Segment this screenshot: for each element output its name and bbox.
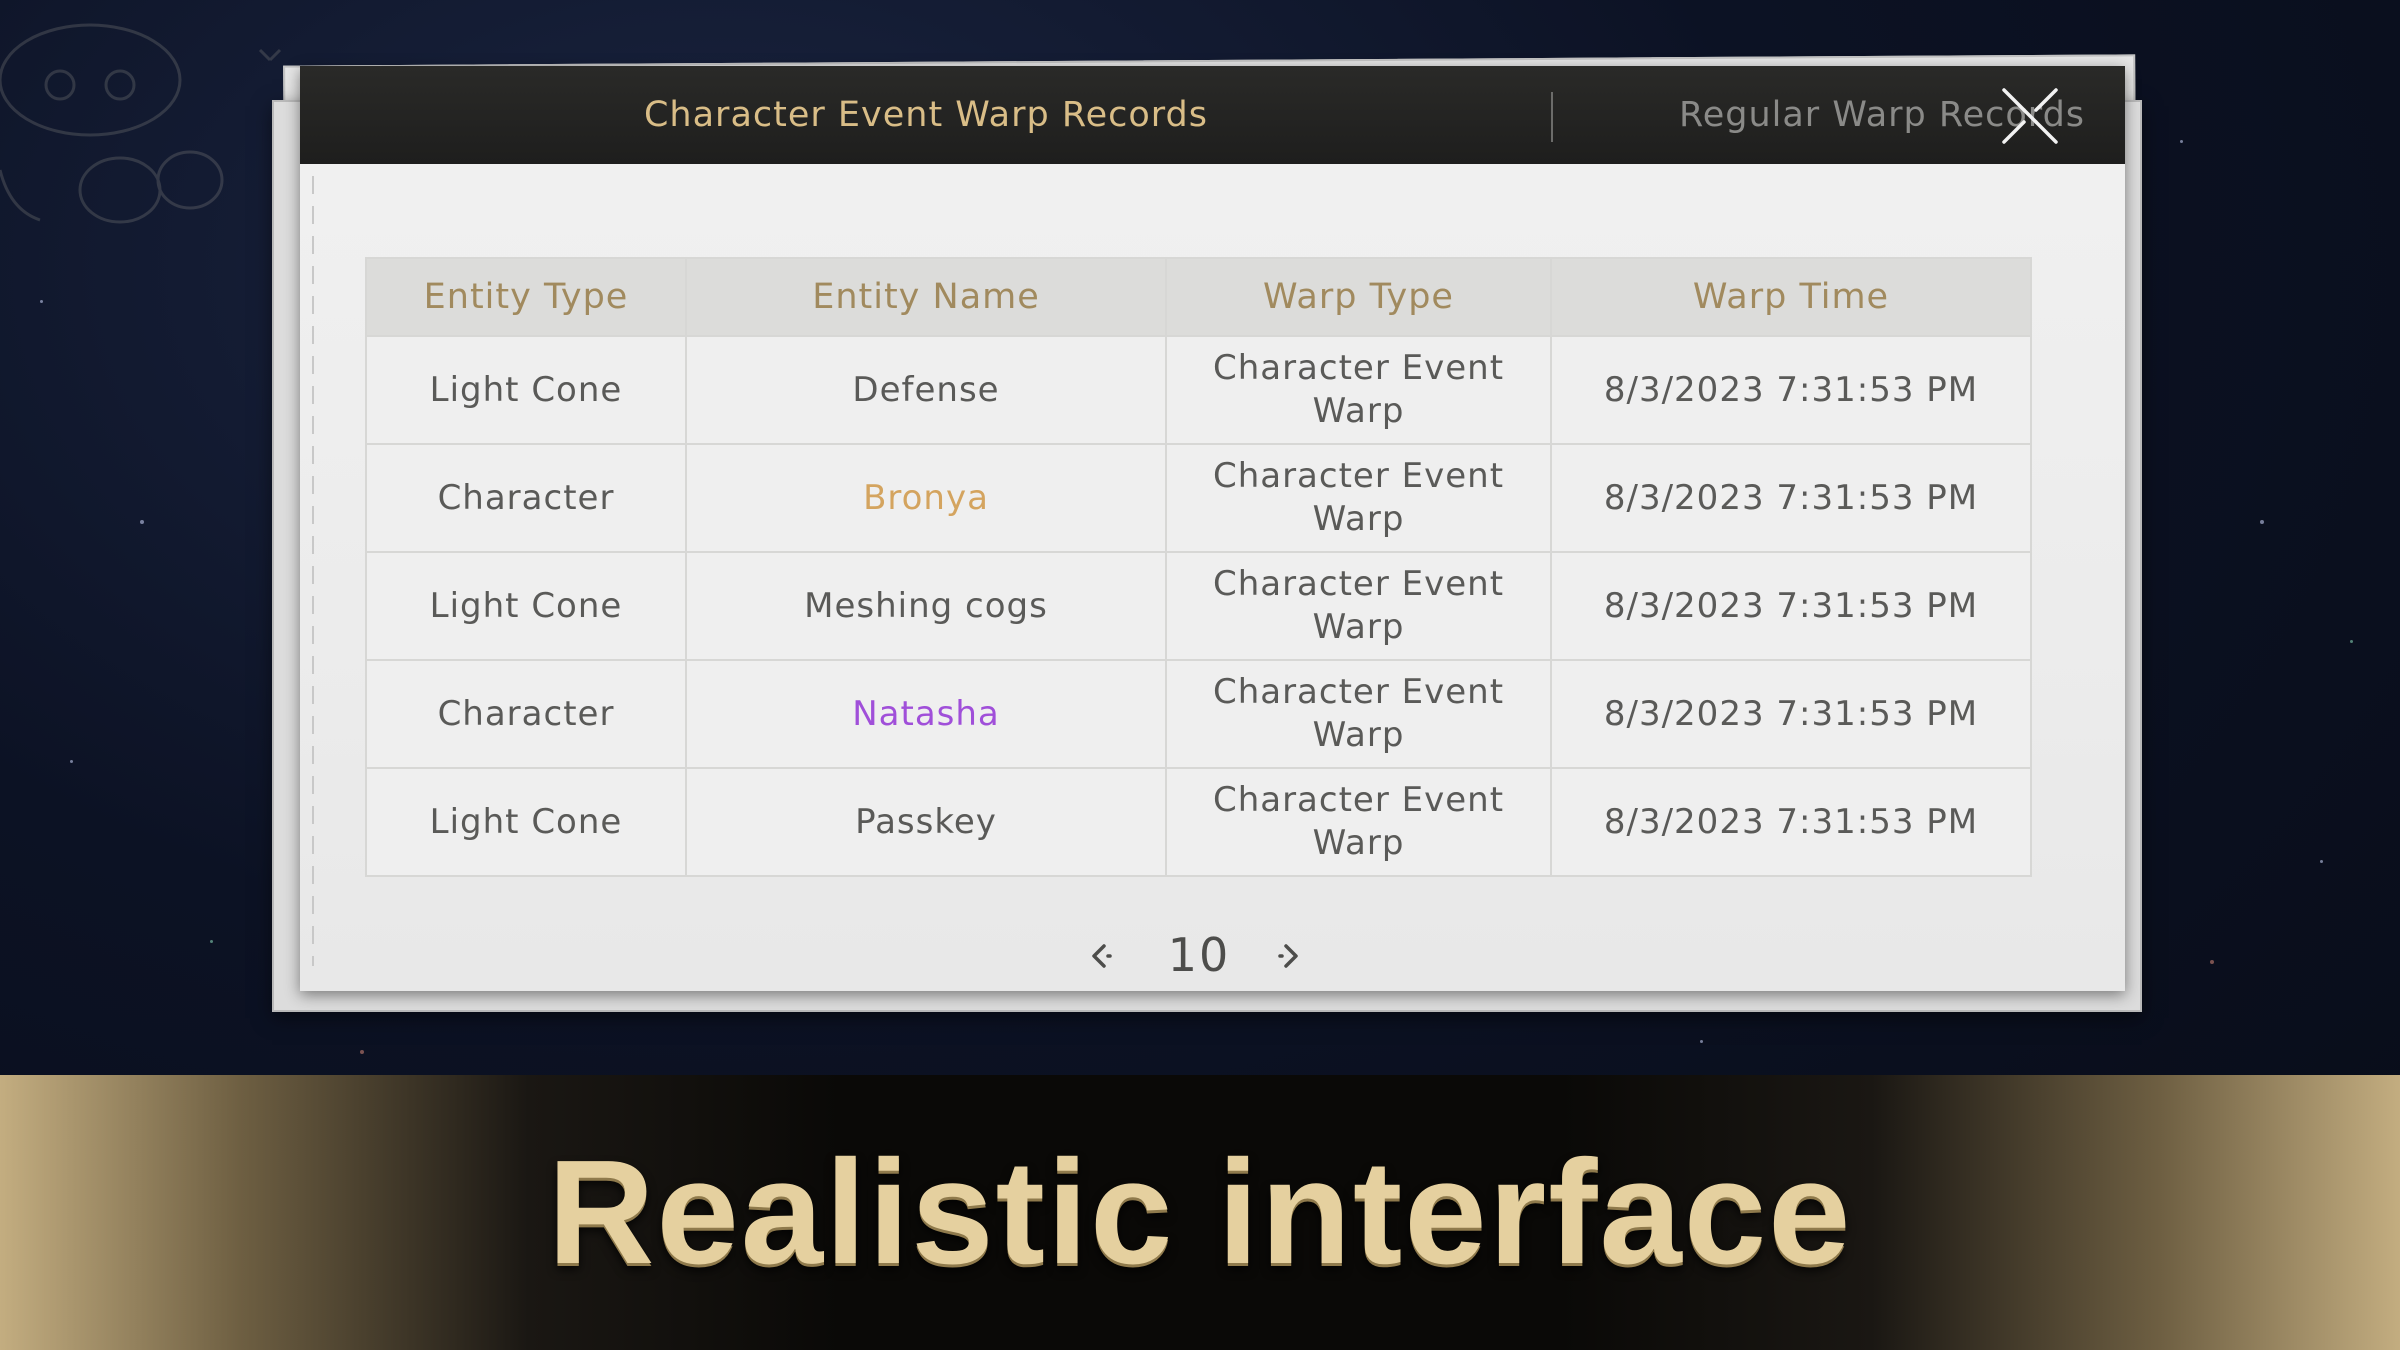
- tab-regular-warp-records[interactable]: Regular Warp Records: [1552, 66, 2212, 164]
- header-warp-time: Warp Time: [1550, 257, 2032, 337]
- pagination: 10: [300, 928, 2125, 984]
- cell-entity-type: Light Cone: [365, 551, 687, 661]
- cell-warp-type: Character Event Warp: [1165, 551, 1552, 661]
- close-x-icon[interactable]: [2000, 86, 2060, 146]
- tab-character-event-warp-records[interactable]: Character Event Warp Records: [300, 66, 1552, 164]
- cell-warp-time: 8/3/2023 7:31:53 PM: [1550, 767, 2032, 877]
- cell-entity-type: Light Cone: [365, 335, 687, 445]
- table-header-row: Entity Type Entity Name Warp Type Warp T…: [365, 257, 2032, 337]
- page-number: 10: [1167, 928, 1231, 982]
- banner-title: Realistic interface: [547, 1129, 1853, 1295]
- cell-warp-time: 8/3/2023 7:31:53 PM: [1550, 659, 2032, 769]
- table-row: Light Cone Meshing cogs Character Event …: [365, 551, 2032, 661]
- warp-records-table: Entity Type Entity Name Warp Type Warp T…: [365, 257, 2032, 877]
- cell-entity-type: Character: [365, 659, 687, 769]
- cell-entity-name: Passkey: [685, 767, 1167, 877]
- table-row: Character Natasha Character Event Warp 8…: [365, 659, 2032, 769]
- chevron-left-icon[interactable]: [1080, 936, 1120, 976]
- header-entity-name: Entity Name: [685, 257, 1167, 337]
- cell-warp-type: Character Event Warp: [1165, 767, 1552, 877]
- cell-warp-type: Character Event Warp: [1165, 659, 1552, 769]
- warp-records-panel: Character Event Warp Records Regular War…: [300, 66, 2125, 991]
- table-row: Character Bronya Character Event Warp 8/…: [365, 443, 2032, 553]
- chevron-right-icon[interactable]: [1270, 936, 1310, 976]
- cell-warp-time: 8/3/2023 7:31:53 PM: [1550, 335, 2032, 445]
- cell-entity-name: Natasha: [685, 659, 1167, 769]
- tab-bar: Character Event Warp Records Regular War…: [300, 66, 2125, 164]
- cell-warp-time: 8/3/2023 7:31:53 PM: [1550, 551, 2032, 661]
- header-entity-type: Entity Type: [365, 257, 687, 337]
- cell-entity-type: Light Cone: [365, 767, 687, 877]
- table-row: Light Cone Defense Character Event Warp …: [365, 335, 2032, 445]
- cell-entity-name: Meshing cogs: [685, 551, 1167, 661]
- cell-warp-type: Character Event Warp: [1165, 335, 1552, 445]
- cell-warp-time: 8/3/2023 7:31:53 PM: [1550, 443, 2032, 553]
- cell-entity-name: Bronya: [685, 443, 1167, 553]
- cell-warp-type: Character Event Warp: [1165, 443, 1552, 553]
- cell-entity-type: Character: [365, 443, 687, 553]
- header-warp-type: Warp Type: [1165, 257, 1552, 337]
- promo-banner: Realistic interface: [0, 1075, 2400, 1350]
- cell-entity-name: Defense: [685, 335, 1167, 445]
- table-row: Light Cone Passkey Character Event Warp …: [365, 767, 2032, 877]
